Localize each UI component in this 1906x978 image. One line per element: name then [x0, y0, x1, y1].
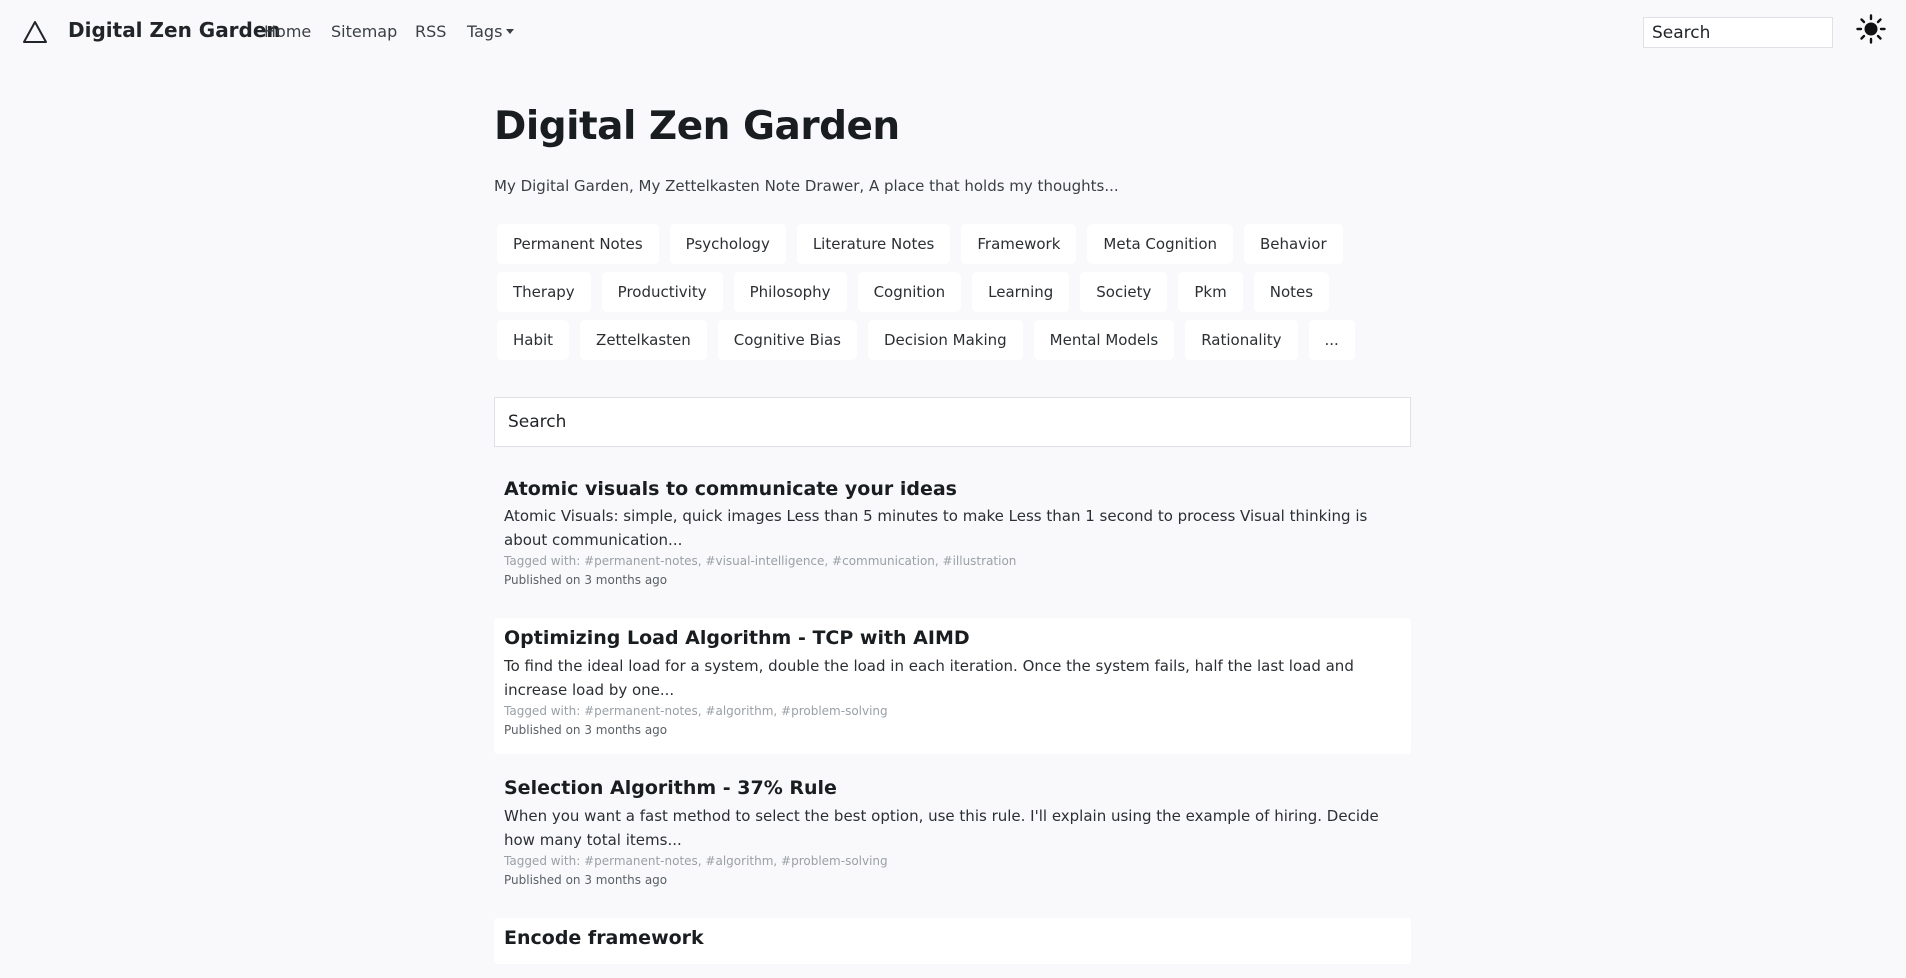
tag-pill[interactable]: ... [1308, 319, 1355, 360]
tag-pill[interactable]: Psychology [669, 223, 786, 264]
posts-search-input[interactable] [494, 396, 1411, 447]
tag-pill[interactable]: Philosophy [733, 271, 847, 312]
navbar-search-input[interactable] [1643, 17, 1833, 48]
top-navbar: Digital Zen Garden Home Sitemap RSS Tags [0, 0, 1906, 62]
tag-pill[interactable]: Learning [972, 271, 1070, 312]
main-content: Digital Zen Garden My Digital Garden, My… [494, 100, 1411, 978]
tag-pill[interactable]: Behavior [1244, 223, 1343, 264]
post-date: Published on 3 months ago [504, 573, 668, 588]
tag-pill[interactable]: Zettelkasten [580, 319, 707, 360]
tag-pill[interactable]: Productivity [601, 271, 723, 312]
tag-pill[interactable]: Pkm [1178, 271, 1243, 312]
tag-pill[interactable]: Habit [497, 319, 570, 360]
tag-pill[interactable]: Notes [1253, 271, 1330, 312]
post-tags: Tagged with: #permanent-notes, #algorith… [504, 703, 888, 718]
tag-pill[interactable]: Permanent Notes [497, 223, 659, 264]
post-title-link[interactable]: Selection Algorithm - 37% Rule [504, 776, 1401, 801]
post-date: Published on 3 months ago [504, 872, 668, 887]
nav-home-link[interactable]: Home [264, 22, 311, 41]
tag-pill[interactable]: Mental Models [1033, 319, 1175, 360]
nav-tags-label: Tags [467, 22, 503, 41]
tag-pill[interactable]: Cognitive Bias [717, 319, 857, 360]
post-excerpt: To find the ideal load for a system, dou… [504, 656, 1354, 699]
post-item: Selection Algorithm - 37% Rule When you w… [494, 768, 1411, 904]
tag-pill[interactable]: Rationality [1185, 319, 1298, 360]
tag-pill[interactable]: Therapy [497, 271, 591, 312]
post-item: Encode framework [494, 917, 1411, 965]
tag-pill[interactable]: Literature Notes [796, 223, 951, 264]
tag-pill[interactable]: Meta Cognition [1087, 223, 1234, 264]
brand-name[interactable]: Digital Zen Garden [68, 18, 281, 42]
nav-rss-link[interactable]: RSS [415, 22, 446, 41]
tag-pill[interactable]: Cognition [857, 271, 962, 312]
triangle-logo-icon[interactable] [22, 19, 48, 45]
page-description: My Digital Garden, My Zettelkasten Note … [494, 176, 1119, 195]
nav-sitemap-link[interactable]: Sitemap [331, 22, 397, 41]
tag-cloud: Permanent Notes Psychology Literature Note… [494, 223, 1411, 368]
post-title-link[interactable]: Optimizing Load Algorithm - TCP with AIM… [504, 626, 1401, 651]
post-tags: Tagged with: #permanent-notes, #visual-i… [504, 554, 1017, 569]
nav-tags-dropdown[interactable]: Tags [467, 22, 515, 41]
tag-pill[interactable]: Decision Making [868, 319, 1023, 360]
post-list: Atomic visuals to communicate your ideas… [494, 469, 1411, 965]
caret-down-icon [506, 29, 515, 34]
post-date: Published on 3 months ago [504, 722, 668, 737]
post-excerpt: Atomic Visuals: simple, quick images Les… [504, 507, 1368, 550]
post-tags: Tagged with: #permanent-notes, #algorith… [504, 853, 888, 868]
post-item: Atomic visuals to communicate your ideas… [494, 469, 1411, 605]
tag-pill[interactable]: Framework [961, 223, 1077, 264]
page-title: Digital Zen Garden [494, 104, 900, 149]
post-title-link[interactable]: Encode framework [504, 926, 1401, 951]
post-excerpt: When you want a fast method to select th… [504, 806, 1379, 849]
tag-pill[interactable]: Society [1080, 271, 1168, 312]
sun-icon[interactable] [1856, 14, 1886, 44]
post-item: Optimizing Load Algorithm - TCP with AIM… [494, 618, 1411, 754]
post-title-link[interactable]: Atomic visuals to communicate your ideas [504, 477, 1401, 502]
